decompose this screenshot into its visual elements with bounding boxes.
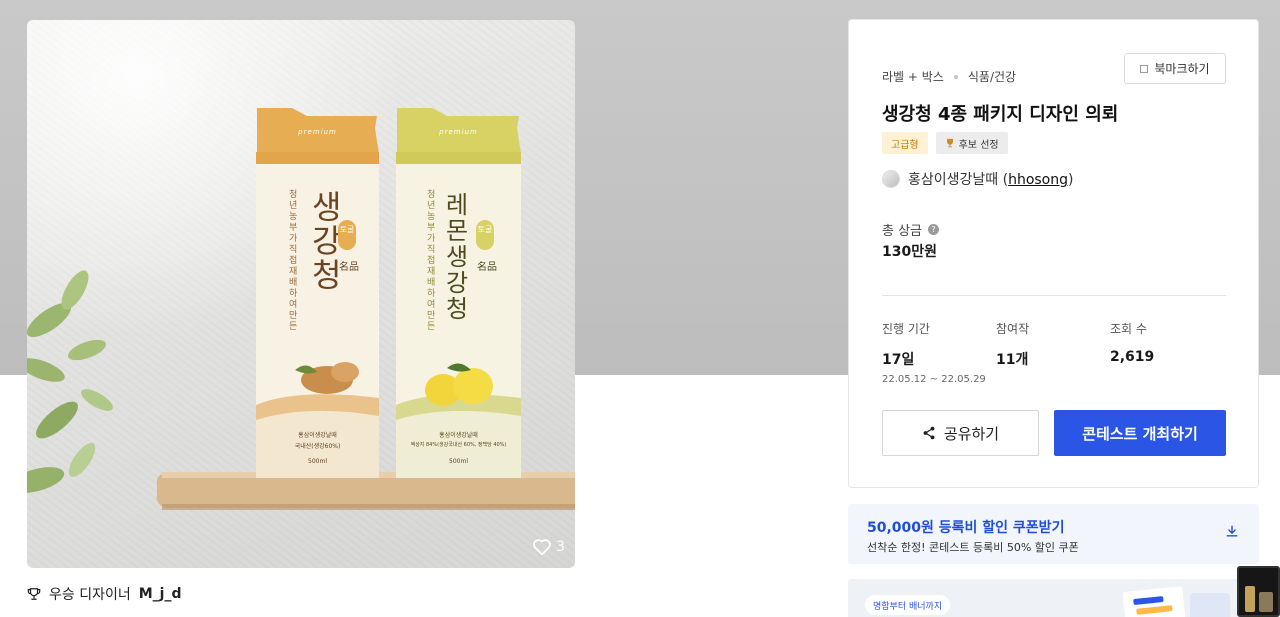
side-thumbnail[interactable] bbox=[1237, 566, 1280, 617]
stat-value: 2,619 bbox=[1110, 349, 1155, 365]
owner-name: 홍삼이생강날때 ( bbox=[908, 172, 1009, 188]
stat-date-range: 22.05.12 ~ 22.05.29 bbox=[882, 374, 986, 385]
download-icon[interactable] bbox=[1225, 524, 1239, 538]
package-2-name: 레몬생강청 bbox=[446, 191, 469, 323]
prize-label-text: 총 상금 bbox=[882, 224, 923, 239]
plant-leaves bbox=[27, 270, 113, 493]
package-1-name: 생강청 bbox=[312, 188, 342, 294]
breadcrumb: 라벨 + 박스 식품/건강 bbox=[882, 68, 1016, 85]
stat-duration: 진행 기간 17일 22.05.12 ~ 22.05.29 bbox=[882, 320, 996, 385]
owner-handle-link[interactable]: hhosong bbox=[1008, 172, 1068, 188]
promo-banner[interactable]: 명함부터 배너까지 bbox=[848, 579, 1259, 617]
prize-value: 130만원 bbox=[882, 244, 937, 260]
package-2-maker: 홍삼이생강날때 bbox=[439, 432, 478, 439]
stat-entries: 참여작 11개 bbox=[996, 320, 1110, 385]
help-icon[interactable]: ? bbox=[928, 224, 940, 235]
promo-tag: 명함부터 배너까지 bbox=[865, 595, 951, 615]
prize-label: 총 상금 ? bbox=[882, 220, 940, 239]
package-1-ingredient: 국내산(생강60%) bbox=[294, 443, 341, 450]
stat-value: 17일 bbox=[882, 352, 915, 368]
winner-designer: 우승 디자이너 M_j_d bbox=[27, 584, 182, 604]
package-2-brand: 토굴 bbox=[476, 220, 494, 250]
package-2-ingredient: 엑상지 84%(생강국내산 60%, 정백당 40%) bbox=[410, 442, 507, 448]
promo-artwork bbox=[1122, 586, 1230, 617]
stat-label: 참여작 bbox=[996, 322, 1030, 336]
package-1-brand: 토굴 bbox=[338, 220, 356, 250]
candidate-badge-label: 후보 선정 bbox=[958, 139, 999, 151]
grade-badge: 고급형 bbox=[882, 132, 928, 154]
package-1-maker: 홍삼이생강날때 bbox=[298, 432, 337, 439]
stat-value: 11개 bbox=[996, 352, 1029, 368]
contest-owner: 홍삼이생강날때 (hhosong) bbox=[882, 169, 1073, 189]
candidate-badge: 후보 선정 bbox=[935, 132, 1008, 154]
package-1-tagline: 청년농부가 직접 재배하여 만든 bbox=[289, 190, 298, 332]
share-button[interactable]: 공유하기 bbox=[882, 410, 1039, 456]
thumbnail-artwork bbox=[1239, 568, 1278, 615]
trophy-icon bbox=[946, 138, 953, 148]
package-1-volume: 500ml bbox=[308, 458, 327, 465]
package-2-seal: 名品 bbox=[477, 262, 497, 273]
package-1-top-label: premium bbox=[298, 128, 337, 136]
like-count: 3 bbox=[556, 539, 565, 555]
package-illustration bbox=[27, 108, 575, 510]
package-2-tagline: 청년농부가 직접 재배하여 만든 bbox=[427, 190, 436, 332]
share-label: 공유하기 bbox=[943, 424, 1000, 443]
avatar bbox=[882, 170, 900, 188]
share-icon bbox=[923, 426, 935, 440]
product-image[interactable]: premium 생강청 청년농부가 직접 재배하여 만든 토굴 名品 홍삼이생강… bbox=[27, 20, 575, 568]
package-1-seal: 名品 bbox=[339, 262, 359, 273]
owner-handle-close: ) bbox=[1068, 172, 1074, 188]
breadcrumb-separator bbox=[953, 74, 958, 79]
coupon-subtitle: 선착순 한정! 콘테스트 등록비 50% 할인 쿠폰 bbox=[867, 541, 1079, 554]
winner-name[interactable]: M_j_d bbox=[139, 586, 182, 602]
host-contest-button[interactable]: 콘테스트 개최하기 bbox=[1054, 410, 1226, 456]
stat-views: 조회 수 2,619 bbox=[1110, 320, 1224, 385]
contest-stats: 진행 기간 17일 22.05.12 ~ 22.05.29 참여작 11개 조회… bbox=[882, 320, 1224, 385]
coupon-banner[interactable]: 50,000원 등록비 할인 쿠폰받기 선착순 한정! 콘테스트 등록비 50%… bbox=[848, 504, 1259, 564]
package-2-top-label: premium bbox=[439, 128, 478, 136]
heart-icon bbox=[533, 539, 551, 556]
bookmark-icon bbox=[1140, 64, 1149, 73]
coupon-title: 50,000원 등록비 할인 쿠폰받기 bbox=[867, 520, 1065, 536]
like-button[interactable]: 3 bbox=[532, 538, 565, 556]
winner-label: 우승 디자이너 bbox=[49, 587, 131, 603]
badges: 고급형 후보 선정 bbox=[882, 132, 1008, 154]
stat-label: 조회 수 bbox=[1110, 322, 1147, 336]
contest-title: 생강청 4종 패키지 디자인 의뢰 bbox=[882, 104, 1119, 125]
trophy-icon bbox=[27, 588, 41, 600]
package-2-volume: 500ml bbox=[449, 458, 468, 465]
divider bbox=[882, 295, 1226, 296]
bookmark-button[interactable]: 북마크하기 bbox=[1124, 53, 1226, 84]
breadcrumb-subcategory[interactable]: 식품/건강 bbox=[968, 68, 1016, 85]
stat-label: 진행 기간 bbox=[882, 322, 930, 336]
breadcrumb-category[interactable]: 라벨 + 박스 bbox=[882, 68, 944, 85]
contest-info-card: 라벨 + 박스 식품/건강 북마크하기 생강청 4종 패키지 디자인 의뢰 고급… bbox=[848, 19, 1259, 488]
bookmark-label: 북마크하기 bbox=[1154, 62, 1210, 76]
